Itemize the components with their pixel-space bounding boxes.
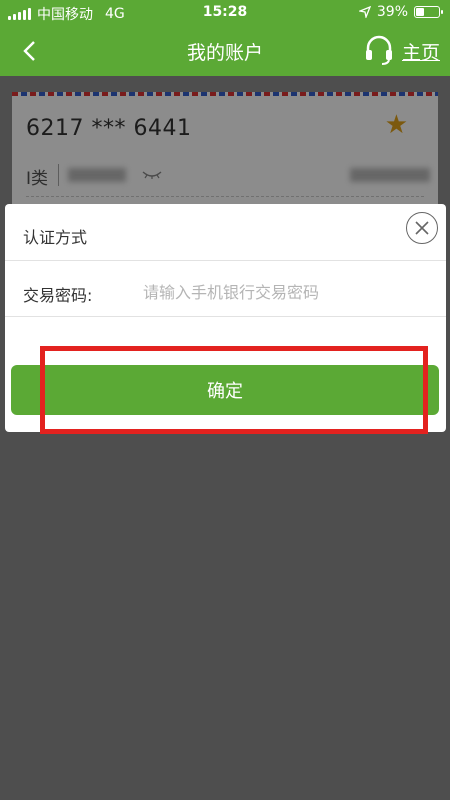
- status-right: 39%: [358, 4, 443, 20]
- home-link[interactable]: 主页: [402, 38, 440, 65]
- battery-percent: 39%: [376, 4, 408, 20]
- divider: [5, 316, 446, 317]
- password-field[interactable]: [143, 278, 423, 306]
- battery-icon: [414, 6, 443, 18]
- nav-bar: 我的账户 主页: [0, 26, 450, 76]
- modal-title: 认证方式: [23, 228, 88, 247]
- status-bar: 中国移动 4G 15:28 39%: [0, 0, 450, 26]
- divider: [5, 260, 446, 261]
- close-button[interactable]: [406, 212, 438, 244]
- highlight-frame: [40, 346, 428, 434]
- modal-overlay[interactable]: [0, 76, 450, 800]
- password-label: 交易密码:: [23, 286, 93, 305]
- close-icon: [415, 221, 429, 235]
- headset-icon[interactable]: [364, 34, 394, 66]
- battery-fill: [416, 8, 425, 16]
- location-arrow-icon: [358, 6, 371, 18]
